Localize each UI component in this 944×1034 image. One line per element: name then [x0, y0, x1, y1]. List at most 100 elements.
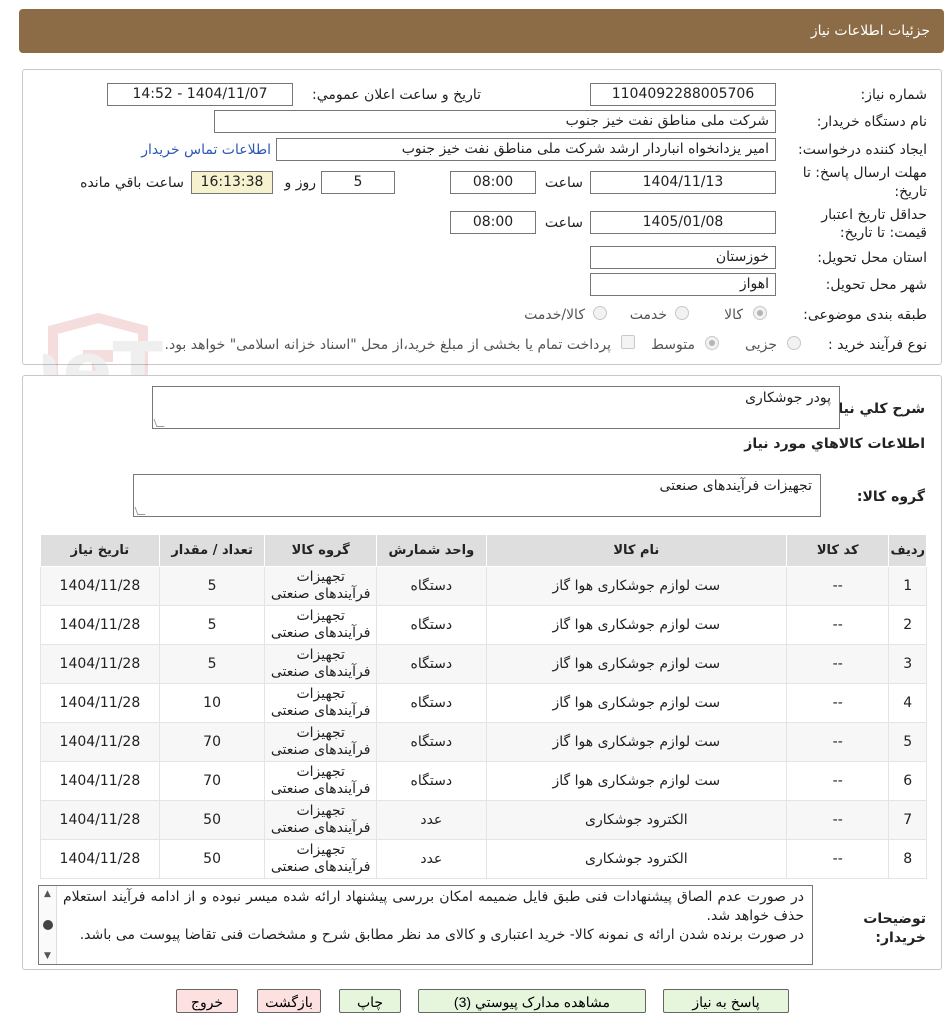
summary-text: پودر جوشکاری [745, 390, 831, 406]
cell-unit: دستگاه [376, 722, 487, 762]
process-label: نوع فرآیند خرید : [828, 337, 927, 353]
cell-name: ست لوازم جوشکاری هوا گاز [485, 722, 788, 762]
cell-date: 1404/11/28 [40, 800, 160, 840]
col-header-date: تاریخ نیاز [40, 534, 160, 567]
treasury-payment-checkbox[interactable] [621, 335, 635, 349]
buyer-label: نام دستگاه خریدار: [816, 114, 927, 130]
exit-button[interactable]: خروج [176, 989, 238, 1013]
category-radio-goods-service[interactable] [593, 306, 607, 320]
cell-row-number: 8 [888, 839, 927, 879]
cell-unit: عدد [376, 839, 487, 879]
cell-row-number: 7 [888, 800, 927, 840]
cell-group: تجهیزات فرآیندهای صنعتی [264, 644, 377, 684]
cell-quantity: 70 [158, 722, 266, 762]
deadline-time-field: 08:00 [450, 171, 536, 194]
scroll-down-icon[interactable]: ▼ [44, 951, 51, 961]
remaining-time-field: 16:13:38 [191, 171, 273, 194]
page-title: جزئیات اطلاعات نیاز [810, 23, 930, 39]
table-row: 1 -- ست لوازم جوشکاری هوا گاز دستگاه تجه… [40, 566, 927, 606]
cell-unit: دستگاه [376, 644, 487, 684]
process-option-medium: متوسط [651, 337, 695, 353]
cell-name: الکترود جوشکاری [485, 839, 788, 879]
col-header-name: نام کالا [485, 534, 788, 567]
cell-row-number: 1 [888, 566, 927, 606]
category-option-goods-service: کالا/خدمت [524, 307, 585, 323]
cell-unit: دستگاه [376, 566, 487, 606]
process-radio-medium[interactable] [705, 336, 719, 350]
cell-code: -- [785, 800, 890, 840]
category-label: طبقه بندی موضوعی: [803, 307, 927, 323]
cell-date: 1404/11/28 [40, 761, 160, 801]
cell-group: تجهیزات فرآیندهای صنعتی [264, 566, 377, 606]
category-radio-service[interactable] [675, 306, 689, 320]
cell-quantity: 5 [158, 644, 266, 684]
page-header: جزئیات اطلاعات نیاز [19, 9, 944, 53]
cell-date: 1404/11/28 [40, 605, 160, 645]
treasury-payment-note: پرداخت تمام یا بخشی از مبلغ خرید،از محل … [164, 337, 611, 353]
print-button[interactable]: چاپ [339, 989, 401, 1013]
category-option-goods: کالا [724, 307, 743, 323]
cell-quantity: 70 [158, 761, 266, 801]
cell-group: تجهیزات فرآیندهای صنعتی [264, 800, 377, 840]
cell-group: تجهیزات فرآیندهای صنعتی [264, 839, 377, 879]
deadline-label-1: مهلت ارسال پاسخ: تا [802, 165, 927, 181]
buyer-notes-label-1: توضیحات [863, 911, 926, 927]
scroll-up-icon[interactable]: ▲ [44, 889, 51, 899]
cell-date: 1404/11/28 [40, 722, 160, 762]
need-number-label: شماره نیاز: [860, 87, 928, 103]
buyer-notes-paragraph-2: در صورت برنده شدن ارائه ی نمونه کالا- خر… [79, 927, 804, 943]
table-row: 4 -- ست لوازم جوشکاری هوا گاز دستگاه تجه… [40, 683, 927, 723]
table-header-row: ردیف کد کالا نام کالا واحد شمارش گروه کا… [40, 534, 927, 567]
buyer-notes-text: در صورت عدم الصاق پیشنهادات فنی طبق فایل… [63, 888, 804, 945]
cell-quantity: 5 [158, 566, 266, 606]
cell-date: 1404/11/28 [40, 644, 160, 684]
cell-code: -- [785, 644, 890, 684]
reply-button[interactable]: پاسخ به نیاز [663, 989, 789, 1013]
announce-field: 1404/11/07 - 14:52 [107, 83, 293, 106]
resize-grip-icon[interactable] [153, 419, 165, 427]
requester-field: امیر یزدانخواه انباردار ارشد شرکت ملی من… [276, 138, 776, 161]
cell-code: -- [785, 839, 890, 879]
deadline-days-label: روز و [284, 175, 317, 191]
cell-quantity: 50 [158, 800, 266, 840]
scroll-thumb[interactable] [42, 920, 53, 930]
cell-row-number: 4 [888, 683, 927, 723]
category-radio-goods[interactable] [753, 306, 767, 320]
buyer-contact-link[interactable]: اطلاعات تماس خریدار [141, 140, 271, 160]
table-row: 3 -- ست لوازم جوشکاری هوا گاز دستگاه تجه… [40, 644, 927, 684]
buyer-notes-paragraph-1: در صورت عدم الصاق پیشنهادات فنی طبق فایل… [63, 889, 804, 924]
resize-grip-icon[interactable] [134, 507, 146, 515]
table-row: 5 -- ست لوازم جوشکاری هوا گاز دستگاه تجه… [40, 722, 927, 762]
notes-scrollbar[interactable]: ▲ ▼ [39, 886, 57, 964]
validity-time-field: 08:00 [450, 211, 536, 234]
announce-label: تاریخ و ساعت اعلان عمومي: [312, 87, 481, 103]
cell-name: ست لوازم جوشکاری هوا گاز [485, 644, 788, 684]
cell-date: 1404/11/28 [40, 683, 160, 723]
process-radio-minor[interactable] [787, 336, 801, 350]
city-field: اهواز [590, 273, 776, 296]
goods-group-label: گروه کالا: [856, 489, 925, 505]
col-header-row-number: ردیف [888, 534, 927, 567]
cell-row-number: 3 [888, 644, 927, 684]
validity-time-label: ساعت [544, 215, 583, 231]
goods-info-title: اطلاعات کالاهاي مورد نیاز [744, 436, 925, 452]
deadline-days-field: 5 [321, 171, 395, 194]
buyer-field: شرکت ملی مناطق نفت خیز جنوب [214, 110, 776, 133]
col-header-unit: واحد شمارش [376, 534, 487, 567]
cell-code: -- [785, 761, 890, 801]
cell-code: -- [785, 722, 890, 762]
items-table: ردیف کد کالا نام کالا واحد شمارش گروه کا… [40, 534, 927, 879]
view-attachments-button[interactable]: مشاهده مدارک پیوستي (3) [418, 989, 646, 1013]
process-option-minor: جزیی [745, 337, 777, 353]
cell-unit: دستگاه [376, 761, 487, 801]
back-button[interactable]: بازگشت [257, 989, 321, 1013]
buyer-notes-field: در صورت عدم الصاق پیشنهادات فنی طبق فایل… [38, 885, 813, 965]
buyer-notes-label-2: خریدار: [875, 930, 926, 946]
table-row: 8 -- الکترود جوشکاری عدد تجهیزات فرآینده… [40, 839, 927, 879]
need-number-field: 1104092288005706 [590, 83, 776, 106]
goods-group-text: تجهیزات فرآیندهای صنعتی [659, 478, 812, 494]
cell-name: ست لوازم جوشکاری هوا گاز [485, 605, 788, 645]
cell-group: تجهیزات فرآیندهای صنعتی [264, 683, 377, 723]
cell-name: ست لوازم جوشکاری هوا گاز [485, 761, 788, 801]
cell-quantity: 5 [158, 605, 266, 645]
